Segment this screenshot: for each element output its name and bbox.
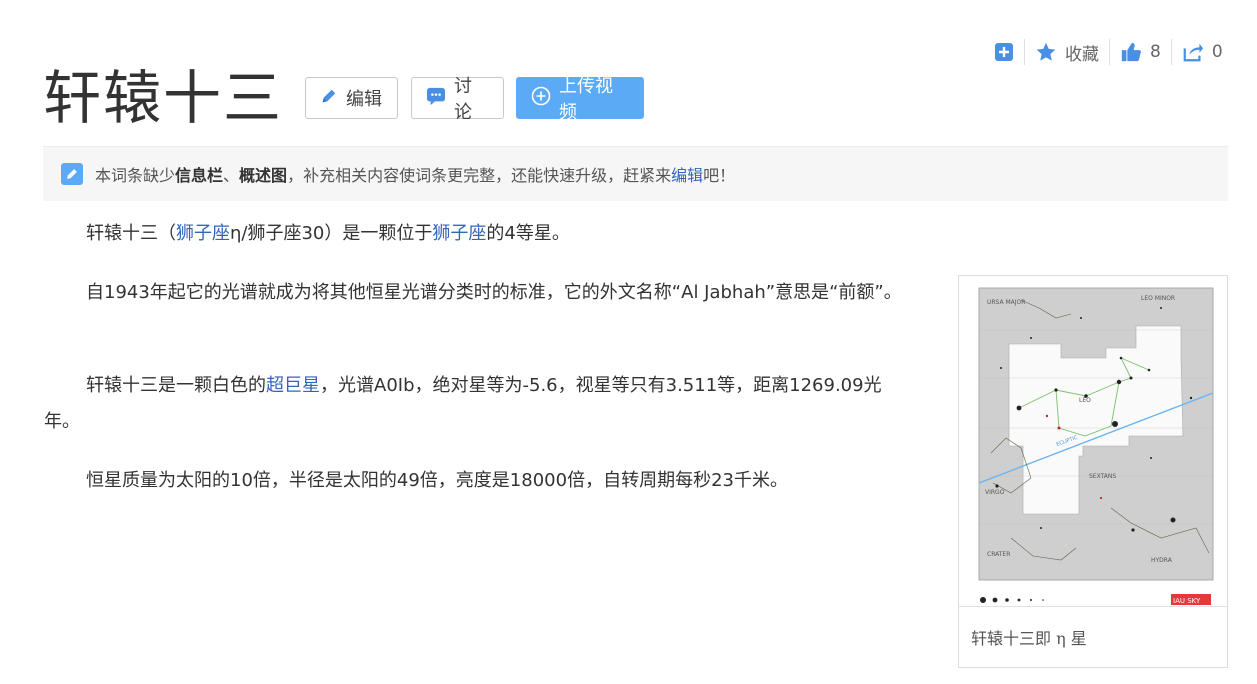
notice-middle: ，补充相关内容使词条更完整，还能快速升级，赶紧来 — [287, 166, 672, 185]
edit-button[interactable]: 编辑 — [305, 77, 399, 119]
text: 的4等星。 — [486, 223, 570, 244]
link-leo[interactable]: 狮子座 — [176, 223, 230, 244]
notice-prefix: 本词条缺少 — [95, 166, 176, 185]
paragraph-2: 自1943年起它的光谱就成为将其他恒星光谱分类时的标准，它的外文名称“Al Ja… — [86, 282, 902, 303]
like-count: 8 — [1150, 42, 1161, 62]
text: 轩辕十三（ — [86, 223, 176, 244]
notice-edit-link[interactable]: 编辑 — [671, 166, 703, 185]
page-title: 轩辕十三 — [43, 64, 284, 132]
title-row: 轩辕十三 编辑 讨论 上传视频 — [43, 64, 645, 132]
upload-video-label: 上传视频 — [559, 76, 614, 123]
notice-overview-image: 概述图 — [239, 166, 288, 185]
plus-circle-icon — [531, 86, 551, 111]
paragraph-4: 恒星质量为太阳的10倍，半径是太阳的49倍，亮度是18000倍，自转周期每秒23… — [86, 470, 788, 491]
chat-bubble-icon — [426, 87, 446, 110]
favorite-button[interactable]: 收藏 — [1025, 40, 1109, 65]
text: 轩辕十三是一颗白色的 — [86, 375, 266, 396]
star-icon — [1035, 41, 1057, 63]
map-label-virgo: VIRGO — [985, 489, 1005, 496]
constellation-map-image[interactable]: URSA MAJOR LEO MINOR LEO SEXTANS VIRGO C… — [961, 278, 1225, 608]
notice-sep: 、 — [223, 166, 240, 185]
like-button[interactable]: 8 — [1110, 41, 1171, 63]
map-label-crater: CRATER — [987, 551, 1010, 558]
link-supergiant[interactable]: 超巨星 — [266, 375, 320, 396]
image-card[interactable]: URSA MAJOR LEO MINOR LEO SEXTANS VIRGO C… — [958, 275, 1228, 668]
share-button[interactable]: 0 — [1172, 41, 1233, 63]
favorite-label: 收藏 — [1065, 44, 1099, 65]
discuss-label: 讨论 — [454, 76, 473, 123]
upload-video-button[interactable]: 上传视频 — [516, 76, 645, 123]
thumbs-up-icon — [1120, 41, 1142, 63]
entry-actions-bar: 收藏 8 0 — [994, 38, 1233, 66]
pencil-icon — [320, 87, 338, 110]
map-label-leo: LEO — [1079, 397, 1091, 404]
paragraph-3: 轩辕十三是一颗白色的超巨星，光谱A0Ib，绝对星等为-5.6，视星等只有3.51… — [44, 368, 916, 440]
share-icon — [1182, 41, 1204, 63]
map-brand: IAU SKY — [1173, 597, 1201, 605]
map-label-ursa-major: URSA MAJOR — [987, 299, 1025, 306]
map-label-hydra: HYDRA — [1151, 557, 1173, 564]
notice-text: 本词条缺少信息栏、概述图，补充相关内容使词条更完整，还能快速升级，赶紧来编辑吧！ — [95, 162, 735, 186]
add-button[interactable] — [994, 42, 1024, 62]
text: η/狮子座30）是一颗位于 — [230, 223, 433, 244]
discuss-button[interactable]: 讨论 — [411, 76, 505, 123]
edit-label: 编辑 — [346, 89, 383, 110]
pencil-icon — [61, 163, 83, 185]
plus-square-icon — [994, 42, 1014, 62]
map-label-sextans: SEXTANS — [1089, 473, 1116, 480]
missing-info-notice: 本词条缺少信息栏、概述图，补充相关内容使词条更完整，还能快速升级，赶紧来编辑吧！ — [43, 146, 1228, 201]
notice-suffix: 吧！ — [703, 166, 736, 185]
paragraph-1: 轩辕十三（狮子座η/狮子座30）是一颗位于狮子座的4等星。 — [44, 216, 916, 252]
share-count: 0 — [1211, 42, 1223, 62]
notice-infobox: 信息栏 — [175, 166, 224, 185]
map-label-leo-minor: LEO MINOR — [1141, 295, 1175, 302]
image-caption: 轩辕十三即 η 星 — [959, 606, 1227, 668]
link-leo[interactable]: 狮子座 — [432, 223, 486, 244]
